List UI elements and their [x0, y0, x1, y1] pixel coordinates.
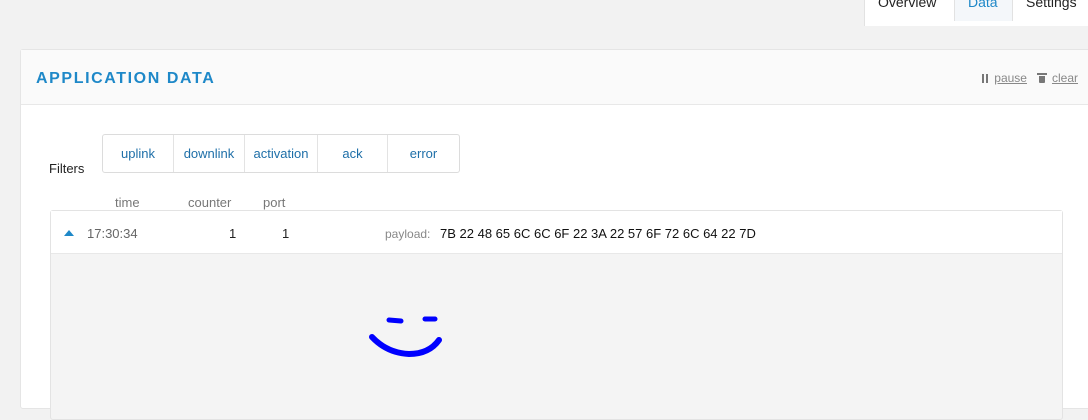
application-data-panel: APPLICATION DATA pause clear Filters upl… [20, 49, 1088, 420]
panel-header: APPLICATION DATA pause clear [21, 50, 1088, 105]
filter-activation[interactable]: activation [245, 135, 318, 172]
trash-icon [1036, 73, 1047, 83]
smiley-drawing [369, 316, 442, 358]
tab-data[interactable]: Data [954, 0, 1013, 21]
column-header-time: time [115, 195, 140, 210]
filters-label: Filters [49, 161, 85, 176]
column-header-port: port [263, 195, 286, 210]
row-port: 1 [282, 226, 290, 241]
clear-label: clear [1051, 71, 1078, 85]
row-time: 17:30:34 [87, 226, 138, 241]
filter-ack[interactable]: ack [318, 135, 388, 172]
pause-button[interactable]: pause [982, 71, 1027, 85]
filter-error[interactable]: error [388, 135, 459, 172]
panel-title: APPLICATION DATA [36, 70, 216, 87]
row-counter: 1 [229, 226, 237, 241]
column-header-counter: counter [188, 195, 232, 210]
filter-downlink[interactable]: downlink [174, 135, 245, 172]
pause-icon [982, 73, 989, 83]
filter-group: uplink downlink activation ack error [102, 134, 460, 173]
header-actions: pause clear [982, 71, 1078, 85]
caret-up-icon[interactable] [64, 230, 74, 236]
tab-bar: Overview Data Settings [864, 0, 1088, 26]
message-list: 17:30:34 1 1 payload: 7B 22 48 65 6C 6C … [50, 210, 1063, 420]
payload-label: payload: [385, 227, 431, 241]
clear-button[interactable]: clear [1036, 71, 1078, 85]
pause-label: pause [994, 71, 1027, 85]
tab-settings[interactable]: Settings [1013, 0, 1088, 21]
table-row[interactable]: 17:30:34 1 1 payload: 7B 22 48 65 6C 6C … [51, 211, 1062, 254]
tab-overview[interactable]: Overview [865, 0, 954, 21]
smiley-left-eye [386, 317, 404, 324]
smiley-mouth [369, 334, 442, 358]
filter-uplink[interactable]: uplink [103, 135, 174, 172]
payload-value: 7B 22 48 65 6C 6C 6F 22 3A 22 57 6F 72 6… [440, 226, 756, 241]
